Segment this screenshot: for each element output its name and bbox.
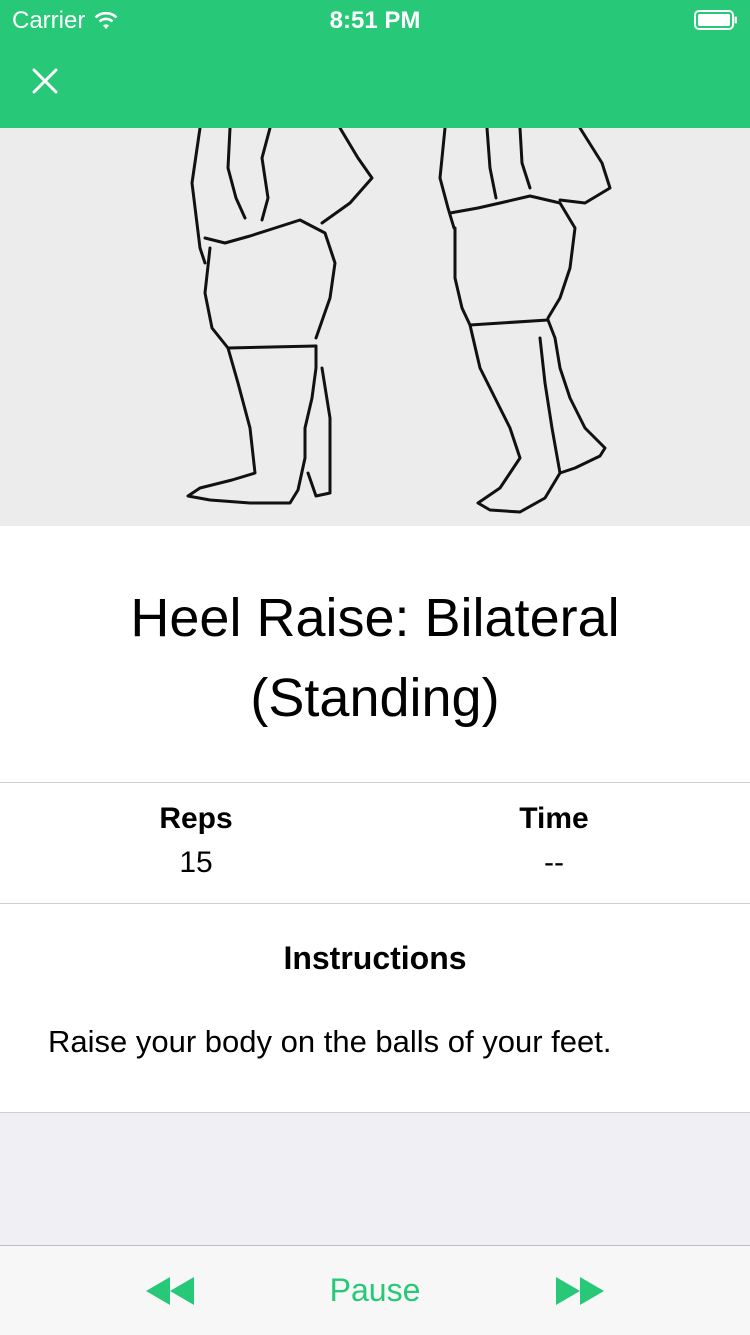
next-button[interactable] bbox=[540, 1246, 620, 1335]
battery-icon bbox=[694, 10, 737, 30]
heel-raise-illustration bbox=[0, 128, 750, 526]
clock: 8:51 PM bbox=[329, 7, 421, 34]
pause-button[interactable]: Pause bbox=[275, 1246, 475, 1335]
divider bbox=[0, 903, 750, 904]
rewind-icon bbox=[146, 1276, 194, 1305]
playback-toolbar: Pause bbox=[0, 1245, 750, 1335]
instructions-heading: Instructions bbox=[283, 940, 467, 976]
time-value: -- bbox=[544, 846, 564, 879]
close-icon[interactable] bbox=[22, 58, 68, 104]
divider bbox=[0, 1112, 750, 1113]
exercise-title: Heel Raise: Bilateral (Standing) bbox=[130, 588, 620, 728]
reps-value: 15 bbox=[179, 846, 213, 879]
reps-label: Reps bbox=[159, 802, 233, 835]
divider bbox=[0, 782, 750, 783]
app-header: Carrier 8:51 PM bbox=[0, 0, 750, 128]
exercise-details: Heel Raise: Bilateral (Standing) Reps 15… bbox=[0, 526, 750, 1113]
exercise-illustration bbox=[0, 128, 750, 526]
fast-forward-icon bbox=[556, 1276, 604, 1305]
status-bar: Carrier 8:51 PM bbox=[0, 0, 750, 40]
previous-button[interactable] bbox=[130, 1246, 210, 1335]
time-label: Time bbox=[519, 802, 589, 835]
instructions-text: Raise your body on the balls of your fee… bbox=[48, 1024, 612, 1059]
